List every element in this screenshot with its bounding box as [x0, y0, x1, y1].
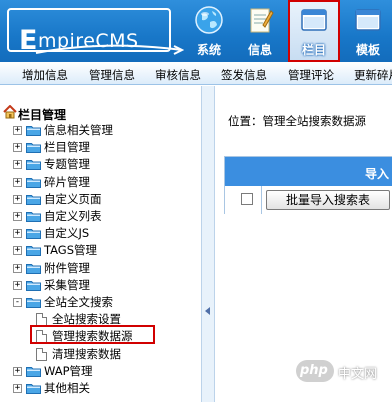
header-bar: EmpireCMS 系统 信息 栏目 模板 [0, 0, 392, 62]
expand-toggle-icon[interactable]: + [13, 160, 22, 170]
submenu-manage-comments[interactable]: 管理评论 [288, 67, 334, 83]
watermark-site-text: 中文网 [338, 367, 378, 382]
tree-child-label[interactable]: 清理搜索数据 [52, 347, 121, 362]
tree-item-label[interactable]: 自定义JS [44, 226, 89, 241]
document-icon [250, 8, 274, 33]
panel-splitter[interactable] [201, 86, 215, 402]
tree-item-label[interactable]: WAP管理 [44, 364, 93, 379]
tree-item-label[interactable]: 其他相关 [44, 381, 90, 396]
folder-icon [26, 297, 41, 308]
submenu-add-info[interactable]: 增加信息 [22, 67, 68, 83]
tree-item-label[interactable]: 自定义页面 [44, 192, 102, 207]
submenu-update-fragments[interactable]: 更新碎片 [354, 67, 392, 83]
nav-info-label: 信息 [247, 43, 272, 57]
collapse-arrow-icon[interactable] [205, 307, 210, 315]
logo-swoosh-icon [35, 44, 184, 55]
breadcrumb-label: 位置： [228, 114, 263, 128]
left-tree-panel: 栏目管理 + 信息相关管理 + 栏目管理 + 专题管理 + 碎片管理 + 自定义页面 + 自定义列表 +… [0, 86, 201, 402]
tree-item-label[interactable]: 附件管理 [44, 261, 90, 276]
nav-template-button[interactable]: 模板 [344, 0, 392, 62]
window-icon [301, 9, 327, 31]
nav-template-label: 模板 [355, 43, 380, 57]
folder-icon [26, 142, 41, 154]
nav-column-button[interactable]: 栏目 [288, 0, 340, 62]
folder-icon [26, 159, 41, 171]
tree-item-label[interactable]: TAGS管理 [44, 243, 97, 258]
window-icon [355, 9, 381, 31]
nav-info-button[interactable]: 信息 [236, 0, 284, 62]
tree-item-label[interactable]: 自定义列表 [44, 209, 102, 224]
folder-icon [26, 245, 41, 257]
nav-system-label: 系统 [196, 43, 221, 57]
home-icon [3, 105, 17, 119]
globe-icon [195, 6, 223, 34]
folder-icon [26, 280, 41, 291]
expand-toggle-icon[interactable]: + [13, 194, 22, 204]
watermark: php 中文网 [296, 360, 392, 382]
tree-title: 栏目管理 [18, 108, 67, 122]
nav-column-label: 栏目 [301, 43, 326, 57]
expand-toggle-icon[interactable]: + [13, 143, 22, 153]
expand-toggle-icon[interactable]: + [13, 280, 22, 290]
php-badge: php [296, 360, 334, 382]
expand-toggle-icon[interactable]: + [13, 212, 22, 221]
submenu-bar: 增加信息 管理信息 审核信息 签发信息 管理评论 更新碎片 [0, 62, 392, 85]
tree-item-label[interactable]: 栏目管理 [44, 140, 90, 155]
page-icon [36, 347, 47, 361]
selected-item-highlight [30, 325, 155, 344]
column-divider [261, 186, 262, 214]
expand-toggle-icon[interactable]: + [13, 126, 22, 135]
php-badge-text: php [300, 363, 328, 378]
batch-import-button[interactable]: 批量导入搜索表 [266, 190, 390, 210]
submenu-sign-info[interactable]: 签发信息 [221, 67, 267, 83]
row-checkbox[interactable] [241, 193, 253, 205]
expand-toggle-icon[interactable]: + [13, 263, 22, 273]
expand-toggle-icon[interactable]: + [13, 366, 22, 376]
submenu-review-info[interactable]: 审核信息 [155, 67, 201, 83]
folder-icon [26, 211, 41, 222]
tree-item-label[interactable]: 采集管理 [44, 278, 90, 293]
folder-icon [26, 194, 41, 205]
folder-icon [26, 125, 41, 136]
tree-item-label[interactable]: 信息相关管理 [44, 123, 113, 138]
tree-item-label[interactable]: 全站全文搜索 [44, 295, 113, 310]
expand-toggle-icon[interactable]: + [13, 229, 22, 239]
empirecms-logo: EmpireCMS [7, 8, 184, 56]
folder-icon [26, 383, 41, 394]
table-row: 批量导入搜索表 [225, 186, 392, 214]
folder-icon [26, 228, 41, 240]
main-content: 位置：管理全站搜索数据源 导入 批量导入搜索表 [215, 86, 392, 402]
tree-item-label[interactable]: 碎片管理 [44, 175, 90, 190]
table-header: 导入 [225, 157, 392, 186]
breadcrumb-link[interactable]: 管理全站搜索数据源 [263, 114, 367, 128]
folder-icon [26, 263, 41, 274]
breadcrumb: 位置：管理全站搜索数据源 [228, 113, 366, 129]
collapse-toggle-icon[interactable]: - [13, 298, 22, 307]
folder-icon [26, 366, 41, 377]
import-table: 导入 批量导入搜索表 [224, 156, 392, 214]
tree-item-label[interactable]: 专题管理 [44, 157, 90, 172]
submenu-manage-info[interactable]: 管理信息 [89, 67, 135, 83]
expand-toggle-icon[interactable]: + [13, 177, 22, 187]
expand-toggle-icon[interactable]: + [13, 384, 22, 393]
folder-icon [26, 177, 41, 188]
expand-toggle-icon[interactable]: + [13, 246, 22, 256]
nav-system-button[interactable]: 系统 [185, 0, 233, 62]
table-header-title: 导入 [365, 167, 390, 181]
